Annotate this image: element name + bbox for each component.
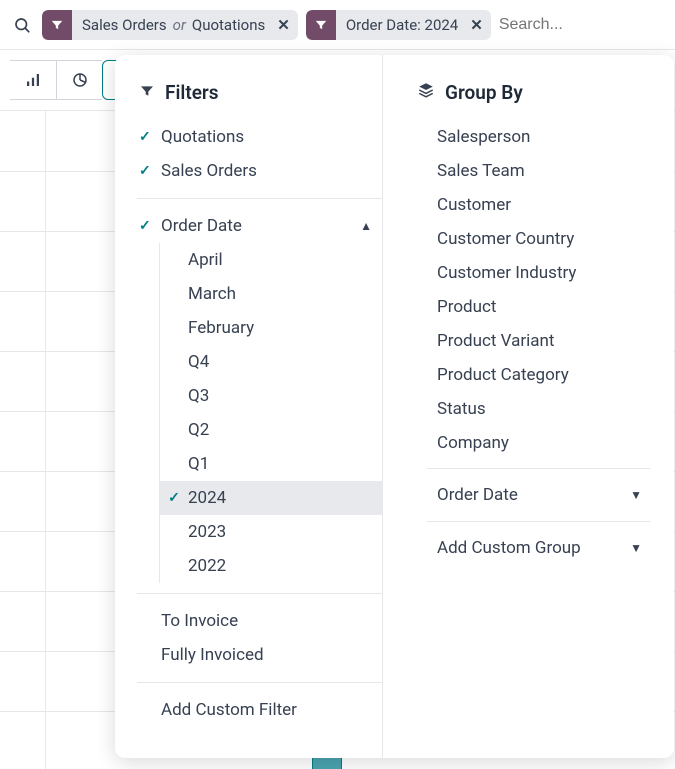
subfilter-2022[interactable]: 2022	[160, 549, 382, 583]
close-icon[interactable]: ✕	[277, 16, 290, 34]
groupby-product-variant[interactable]: Product Variant	[407, 324, 660, 358]
chip-text-a: Sales Orders	[82, 16, 167, 34]
chip-text-b: Quotations	[192, 16, 265, 34]
subfilter-q1[interactable]: Q1	[160, 447, 382, 481]
filter-to-invoice[interactable]: To Invoice	[129, 604, 382, 638]
groupby-customer-country[interactable]: Customer Country	[407, 222, 660, 256]
divider	[137, 593, 382, 594]
subfilter-april[interactable]: April	[160, 243, 382, 277]
filters-column: Filters ✓ Quotations ✓ Sales Orders ✓ Or…	[115, 55, 383, 758]
divider	[137, 682, 382, 683]
chip-text: Order Date: 2024	[346, 16, 458, 34]
check-icon: ✓	[160, 490, 188, 506]
filter-quotations[interactable]: ✓ Quotations	[129, 120, 382, 154]
filter-icon	[42, 10, 72, 40]
subfilter-q3[interactable]: Q3	[160, 379, 382, 413]
subfilter-label: Q2	[188, 420, 209, 440]
search-dropdown: Filters ✓ Quotations ✓ Sales Orders ✓ Or…	[115, 55, 674, 758]
layers-icon	[417, 81, 435, 104]
subfilter-label: Q1	[188, 454, 209, 474]
filter-chip-body: Order Date: 2024 ✕	[336, 10, 491, 40]
groupby-label: Company	[437, 433, 509, 453]
filter-order-date[interactable]: ✓ Order Date ▲	[129, 209, 382, 243]
view-graph-button[interactable]	[10, 60, 56, 100]
filter-chip-sales-quotations[interactable]: Sales Orders or Quotations ✕	[42, 10, 298, 40]
groupby-label: Product Variant	[437, 331, 554, 351]
groupby-label: Customer	[437, 195, 511, 215]
check-icon: ✓	[139, 129, 161, 145]
filter-sales-orders[interactable]: ✓ Sales Orders	[129, 154, 382, 188]
filter-label: To Invoice	[161, 611, 238, 631]
filter-icon	[306, 10, 336, 40]
subfilter-label: 2023	[188, 522, 226, 542]
search-bar: Sales Orders or Quotations ✕ Order Date:…	[0, 0, 675, 50]
groupby-title: Group By	[445, 81, 523, 104]
groupby-order-date[interactable]: Order Date ▼	[407, 477, 660, 513]
chevron-down-icon: ▼	[630, 488, 642, 502]
subfilter-label: 2022	[188, 556, 226, 576]
groupby-product[interactable]: Product	[407, 290, 660, 324]
groupby-company[interactable]: Company	[407, 426, 660, 460]
groupby-status[interactable]: Status	[407, 392, 660, 426]
subfilter-label: February	[188, 318, 254, 338]
groupby-label: Status	[437, 399, 486, 419]
filter-icon	[139, 81, 155, 104]
groupby-label: Product	[437, 297, 496, 317]
chevron-down-icon: ▼	[630, 541, 642, 555]
filters-title: Filters	[165, 81, 219, 104]
filter-label: Add Custom Filter	[161, 700, 297, 720]
subfilter-q2[interactable]: Q2	[160, 413, 382, 447]
check-icon: ✓	[139, 218, 161, 234]
filter-label: Fully Invoiced	[161, 645, 264, 665]
groupby-label: Sales Team	[437, 161, 525, 181]
search-icon[interactable]	[10, 13, 34, 37]
groupby-label: Add Custom Group	[437, 538, 581, 558]
filter-chip-body: Sales Orders or Quotations ✕	[72, 10, 298, 40]
filter-label: Sales Orders	[161, 161, 257, 181]
groupby-label: Customer Country	[437, 229, 574, 249]
divider	[427, 521, 650, 522]
subfilter-label: Q3	[188, 386, 209, 406]
subfilter-march[interactable]: March	[160, 277, 382, 311]
check-icon: ✓	[139, 163, 161, 179]
subfilter-label: March	[188, 284, 236, 304]
groupby-product-category[interactable]: Product Category	[407, 358, 660, 392]
chip-or: or	[173, 16, 186, 34]
filter-label: Quotations	[161, 127, 244, 147]
view-pie-button[interactable]	[56, 60, 102, 100]
groupby-label: Customer Industry	[437, 263, 576, 283]
add-custom-group[interactable]: Add Custom Group ▼	[407, 530, 660, 566]
filter-fully-invoiced[interactable]: Fully Invoiced	[129, 638, 382, 672]
subfilter-label: Q4	[188, 352, 209, 372]
divider	[137, 198, 382, 199]
groupby-customer-industry[interactable]: Customer Industry	[407, 256, 660, 290]
groupby-salesperson[interactable]: Salesperson	[407, 120, 660, 154]
order-date-subfilters: April March February Q4 Q3 Q2 Q1 ✓2024 2…	[159, 243, 382, 583]
search-input[interactable]	[499, 10, 665, 40]
subfilter-label: 2024	[188, 488, 226, 508]
filter-chip-order-date[interactable]: Order Date: 2024 ✕	[306, 10, 491, 40]
groupby-column: Group By Salesperson Sales Team Customer…	[393, 55, 674, 758]
chevron-up-icon: ▲	[360, 219, 372, 233]
subfilter-february[interactable]: February	[160, 311, 382, 345]
groupby-label: Salesperson	[437, 127, 530, 147]
groupby-label: Order Date	[437, 485, 518, 505]
groupby-sales-team[interactable]: Sales Team	[407, 154, 660, 188]
filter-label: Order Date	[161, 216, 242, 236]
groupby-customer[interactable]: Customer	[407, 188, 660, 222]
groupby-label: Product Category	[437, 365, 569, 385]
subfilter-label: April	[188, 250, 223, 270]
close-icon[interactable]: ✕	[470, 16, 483, 34]
subfilter-2024[interactable]: ✓2024	[160, 481, 382, 515]
groupby-header: Group By	[407, 73, 660, 120]
subfilter-2023[interactable]: 2023	[160, 515, 382, 549]
add-custom-filter[interactable]: Add Custom Filter	[129, 693, 382, 727]
subfilter-q4[interactable]: Q4	[160, 345, 382, 379]
filters-header: Filters	[129, 73, 382, 120]
divider	[427, 468, 650, 469]
